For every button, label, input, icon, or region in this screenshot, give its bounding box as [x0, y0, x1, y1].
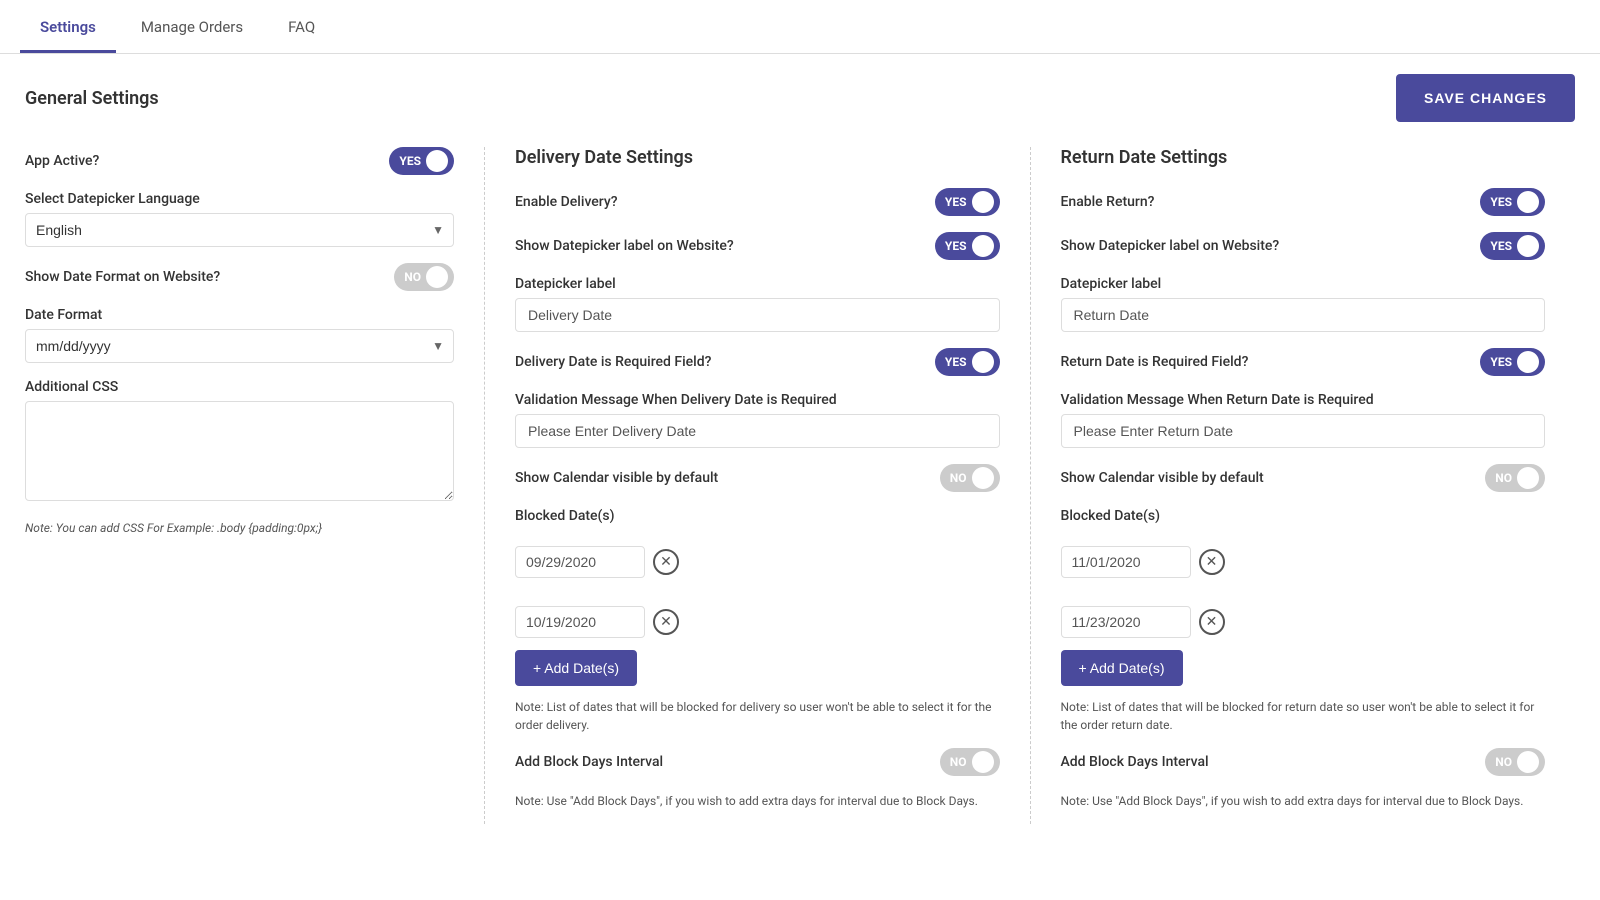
return-show-calendar-label: Show Calendar visible by default	[1061, 470, 1264, 486]
return-blocked-date-input-1[interactable]	[1061, 606, 1191, 638]
return-required-field-toggle[interactable]: YES	[1480, 348, 1545, 376]
delivery-add-block-days-row: Add Block Days Interval NO	[515, 748, 1000, 776]
return-datepicker-label-input[interactable]	[1061, 298, 1546, 332]
datepicker-language-group: Select Datepicker Language English Spani…	[25, 191, 454, 247]
return-remove-date-1[interactable]: ✕	[1199, 609, 1225, 635]
delivery-show-datepicker-label-toggle[interactable]: YES	[935, 232, 1000, 260]
delivery-required-field-row: Delivery Date is Required Field? YES	[515, 348, 1000, 376]
show-date-format-label: Show Date Format on Website?	[25, 269, 220, 285]
app-active-row: App Active? YES	[25, 147, 454, 175]
return-add-block-days-label: Add Block Days Interval	[1061, 754, 1209, 770]
show-date-format-toggle-label: NO	[404, 270, 421, 284]
delivery-show-calendar-label: Show Calendar visible by default	[515, 470, 718, 486]
return-validation-message-group: Validation Message When Return Date is R…	[1061, 392, 1546, 448]
css-note: Note: You can add CSS For Example: .body…	[25, 521, 454, 535]
tab-settings[interactable]: Settings	[20, 0, 116, 53]
delivery-show-datepicker-label-row: Show Datepicker label on Website? YES	[515, 232, 1000, 260]
app-active-label: App Active?	[25, 153, 99, 169]
additional-css-label: Additional CSS	[25, 379, 454, 395]
return-datepicker-label-label: Datepicker label	[1061, 276, 1546, 292]
additional-css-group: Additional CSS	[25, 379, 454, 505]
delivery-datepicker-label-input[interactable]	[515, 298, 1000, 332]
delivery-validation-message-label: Validation Message When Delivery Date is…	[515, 392, 1000, 408]
return-add-block-days-row: Add Block Days Interval NO	[1061, 748, 1546, 776]
delivery-blocked-date-input-1[interactable]	[515, 606, 645, 638]
tab-manage-orders[interactable]: Manage Orders	[121, 0, 263, 53]
date-format-select[interactable]: mm/dd/yyyy dd/mm/yyyy yyyy/mm/dd	[25, 329, 454, 363]
app-active-toggle-label: YES	[399, 154, 421, 168]
left-column: App Active? YES Select Datepicker Langua…	[25, 147, 485, 824]
return-blocked-dates-label: Blocked Date(s)	[1061, 508, 1546, 524]
return-block-days-note: Note: Use "Add Block Days", if you wish …	[1061, 792, 1546, 810]
app-active-toggle[interactable]: YES	[389, 147, 454, 175]
return-show-calendar-row: Show Calendar visible by default NO	[1061, 464, 1546, 492]
delivery-section-title: Delivery Date Settings	[515, 147, 1000, 168]
date-format-select-wrapper: mm/dd/yyyy dd/mm/yyyy yyyy/mm/dd ▼	[25, 329, 454, 363]
delivery-add-block-days-label: Add Block Days Interval	[515, 754, 663, 770]
delivery-blocked-dates-note: Note: List of dates that will be blocked…	[515, 698, 1000, 734]
enable-return-label: Enable Return?	[1061, 194, 1155, 210]
delivery-datepicker-label-label: Datepicker label	[515, 276, 1000, 292]
show-date-format-row: Show Date Format on Website? NO	[25, 263, 454, 291]
datepicker-language-select[interactable]: English Spanish French German	[25, 213, 454, 247]
delivery-blocked-dates-label: Blocked Date(s)	[515, 508, 1000, 524]
show-date-format-toggle[interactable]: NO	[394, 263, 454, 291]
date-format-label: Date Format	[25, 307, 454, 323]
delivery-show-calendar-toggle[interactable]: NO	[940, 464, 1000, 492]
return-remove-date-0[interactable]: ✕	[1199, 549, 1225, 575]
return-datepicker-label-group: Datepicker label	[1061, 276, 1546, 332]
delivery-required-field-toggle[interactable]: YES	[935, 348, 1000, 376]
return-required-field-row: Return Date is Required Field? YES	[1061, 348, 1546, 376]
show-date-format-toggle-circle	[426, 266, 448, 288]
delivery-blocked-date-row-1: ✕	[515, 606, 1000, 638]
datepicker-language-select-wrapper: English Spanish French German ▼	[25, 213, 454, 247]
delivery-block-days-note: Note: Use "Add Block Days", if you wish …	[515, 792, 1000, 810]
return-show-datepicker-label-toggle[interactable]: YES	[1480, 232, 1545, 260]
enable-return-toggle[interactable]: YES	[1480, 188, 1545, 216]
return-section-title: Return Date Settings	[1061, 147, 1546, 168]
delivery-remove-date-1[interactable]: ✕	[653, 609, 679, 635]
return-blocked-date-input-0[interactable]	[1061, 546, 1191, 578]
general-settings-title: General Settings	[25, 88, 159, 109]
date-format-group: Date Format mm/dd/yyyy dd/mm/yyyy yyyy/m…	[25, 307, 454, 363]
return-column: Return Date Settings Enable Return? YES …	[1031, 147, 1576, 824]
enable-delivery-label: Enable Delivery?	[515, 194, 618, 210]
section-header: General Settings SAVE CHANGES	[25, 74, 1575, 122]
delivery-show-datepicker-label: Show Datepicker label on Website?	[515, 238, 734, 254]
enable-delivery-row: Enable Delivery? YES	[515, 188, 1000, 216]
delivery-add-block-days-toggle[interactable]: NO	[940, 748, 1000, 776]
top-navigation: Settings Manage Orders FAQ	[0, 0, 1600, 54]
return-blocked-date-row-0: ✕	[1061, 546, 1546, 578]
return-blocked-dates-note: Note: List of dates that will be blocked…	[1061, 698, 1546, 734]
additional-css-textarea[interactable]	[25, 401, 454, 501]
delivery-required-field-label: Delivery Date is Required Field?	[515, 354, 711, 370]
enable-return-row: Enable Return? YES	[1061, 188, 1546, 216]
return-validation-message-input[interactable]	[1061, 414, 1546, 448]
save-changes-button[interactable]: SAVE CHANGES	[1396, 74, 1575, 122]
return-add-block-days-toggle[interactable]: NO	[1485, 748, 1545, 776]
enable-delivery-toggle[interactable]: YES	[935, 188, 1000, 216]
return-show-datepicker-label: Show Datepicker label on Website?	[1061, 238, 1280, 254]
delivery-add-dates-button[interactable]: + Add Date(s)	[515, 650, 637, 686]
columns-wrapper: App Active? YES Select Datepicker Langua…	[25, 147, 1575, 824]
delivery-remove-date-0[interactable]: ✕	[653, 549, 679, 575]
datepicker-language-label: Select Datepicker Language	[25, 191, 454, 207]
return-add-dates-button[interactable]: + Add Date(s)	[1061, 650, 1183, 686]
delivery-validation-message-input[interactable]	[515, 414, 1000, 448]
return-blocked-date-row-1: ✕	[1061, 606, 1546, 638]
delivery-blocked-date-row-0: ✕	[515, 546, 1000, 578]
return-validation-message-label: Validation Message When Return Date is R…	[1061, 392, 1546, 408]
main-content: General Settings SAVE CHANGES App Active…	[0, 54, 1600, 844]
delivery-column: Delivery Date Settings Enable Delivery? …	[485, 147, 1031, 824]
delivery-blocked-date-input-0[interactable]	[515, 546, 645, 578]
return-required-field-label: Return Date is Required Field?	[1061, 354, 1249, 370]
delivery-show-calendar-row: Show Calendar visible by default NO	[515, 464, 1000, 492]
delivery-validation-message-group: Validation Message When Delivery Date is…	[515, 392, 1000, 448]
return-show-calendar-toggle[interactable]: NO	[1485, 464, 1545, 492]
delivery-datepicker-label-group: Datepicker label	[515, 276, 1000, 332]
app-active-toggle-circle	[426, 150, 448, 172]
tab-faq[interactable]: FAQ	[268, 0, 335, 53]
return-show-datepicker-label-row: Show Datepicker label on Website? YES	[1061, 232, 1546, 260]
